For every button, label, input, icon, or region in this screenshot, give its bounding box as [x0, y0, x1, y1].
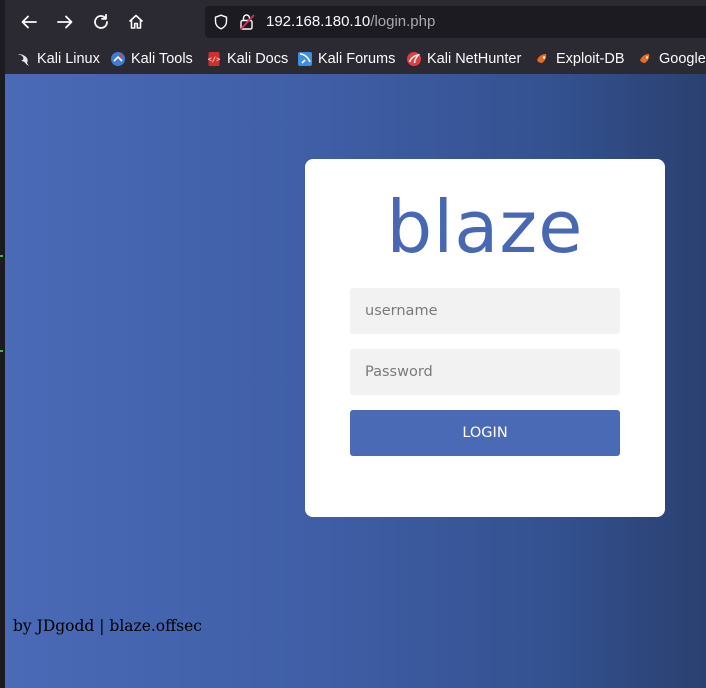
browser-toolbar: 192.168.180.10/login.php	[5, 0, 706, 44]
bookmark-label: Kali Linux	[37, 51, 100, 67]
ghdb-icon	[640, 54, 650, 63]
bookmark-kali-docs[interactable]: </> Kali Docs	[206, 50, 289, 68]
home-button[interactable]	[122, 8, 150, 36]
bookmark-label: Exploit-DB	[556, 51, 625, 67]
home-icon	[128, 14, 144, 29]
kali-dragon-icon	[18, 54, 29, 66]
bookmark-kali-nethunter[interactable]: Kali NetHunter	[406, 50, 521, 68]
bookmark-google-hacking-db[interactable]: Google Hacking DB	[638, 50, 706, 68]
url-text[interactable]: 192.168.180.10/login.php	[266, 13, 435, 30]
username-input[interactable]	[350, 288, 620, 334]
bookmark-kali-linux[interactable]: Kali Linux	[16, 50, 100, 68]
bookmark-label: Kali Docs	[227, 51, 289, 67]
login-card: blaze LOGIN	[305, 159, 665, 517]
bookmark-label: Kali Forums	[318, 51, 396, 67]
back-button[interactable]	[15, 8, 43, 36]
url-path: /login.php	[370, 13, 436, 30]
forward-button[interactable]	[51, 8, 79, 36]
arrow-right-icon	[57, 15, 73, 29]
reload-button[interactable]	[87, 8, 115, 36]
svg-text:</>: </>	[208, 56, 221, 64]
bookmark-exploit-db[interactable]: Exploit-DB	[535, 50, 625, 68]
footer-credit: by JDgodd | blaze.offsec	[13, 617, 202, 635]
kali-nethunter-icon	[407, 52, 421, 66]
page-background: blaze LOGIN by JDgodd | blaze.offsec	[5, 74, 706, 688]
bookmarks-bar: Kali Linux Kali Tools </> Kali Docs Kali…	[5, 44, 706, 74]
kali-docs-icon: </>	[208, 52, 221, 66]
arrow-left-icon	[21, 15, 37, 29]
bookmark-kali-tools[interactable]: Kali Tools	[110, 50, 193, 68]
kali-tools-icon	[111, 52, 125, 66]
terminal-mark	[0, 255, 3, 257]
password-input[interactable]	[350, 349, 620, 395]
blaze-logo: blaze	[386, 185, 584, 269]
bookmark-kali-forums[interactable]: Kali Forums	[297, 50, 395, 68]
kali-forums-icon	[298, 52, 312, 66]
login-button[interactable]: LOGIN	[350, 410, 620, 456]
url-host: 192.168.180.10	[266, 13, 371, 30]
bookmark-label: Kali Tools	[131, 51, 193, 67]
bookmark-label: Google Hacking DB	[659, 51, 706, 67]
bookmark-label: Kali NetHunter	[427, 51, 522, 67]
url-bar[interactable]: 192.168.180.10/login.php	[205, 6, 706, 38]
insecure-lock-icon[interactable]	[239, 13, 255, 31]
exploit-db-icon	[537, 54, 547, 63]
reload-icon	[94, 13, 108, 29]
tracking-shield-icon[interactable]	[213, 14, 229, 30]
terminal-mark	[0, 350, 3, 352]
